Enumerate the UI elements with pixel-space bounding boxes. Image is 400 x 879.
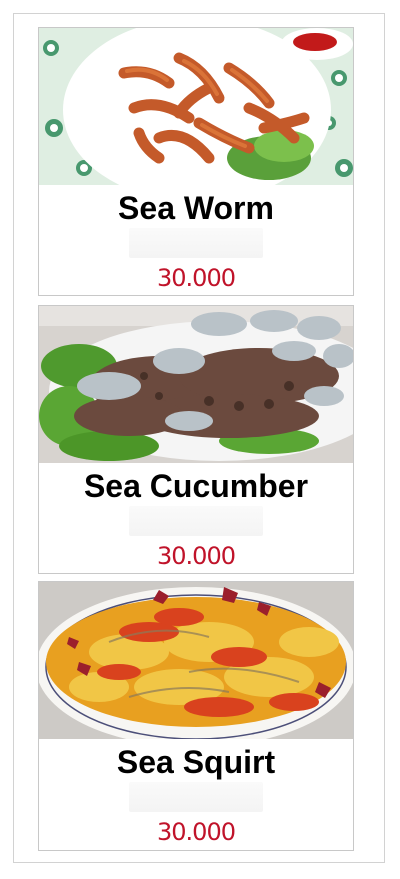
sea-worm-photo — [39, 28, 353, 185]
menu-item-price: 30.000 — [157, 818, 236, 846]
menu-item-placeholder — [129, 782, 263, 812]
menu-item-placeholder — [129, 506, 263, 536]
menu-item-card[interactable]: Sea Worm 30.000 — [38, 27, 354, 296]
menu-item-placeholder — [129, 228, 263, 258]
sea-cucumber-photo — [39, 306, 353, 463]
menu-item-card[interactable]: Sea Cucumber 30.000 — [38, 305, 354, 574]
menu-item-price: 30.000 — [157, 542, 236, 570]
menu-item-name: Sea Worm — [118, 190, 274, 226]
menu-item-price: 30.000 — [157, 264, 236, 292]
menu-item-name: Sea Squirt — [116, 744, 276, 780]
sea-squirt-photo — [39, 582, 353, 739]
menu-item-name: Sea Cucumber — [83, 468, 309, 504]
menu-item-card[interactable]: Sea Squirt 30.000 — [38, 581, 354, 851]
